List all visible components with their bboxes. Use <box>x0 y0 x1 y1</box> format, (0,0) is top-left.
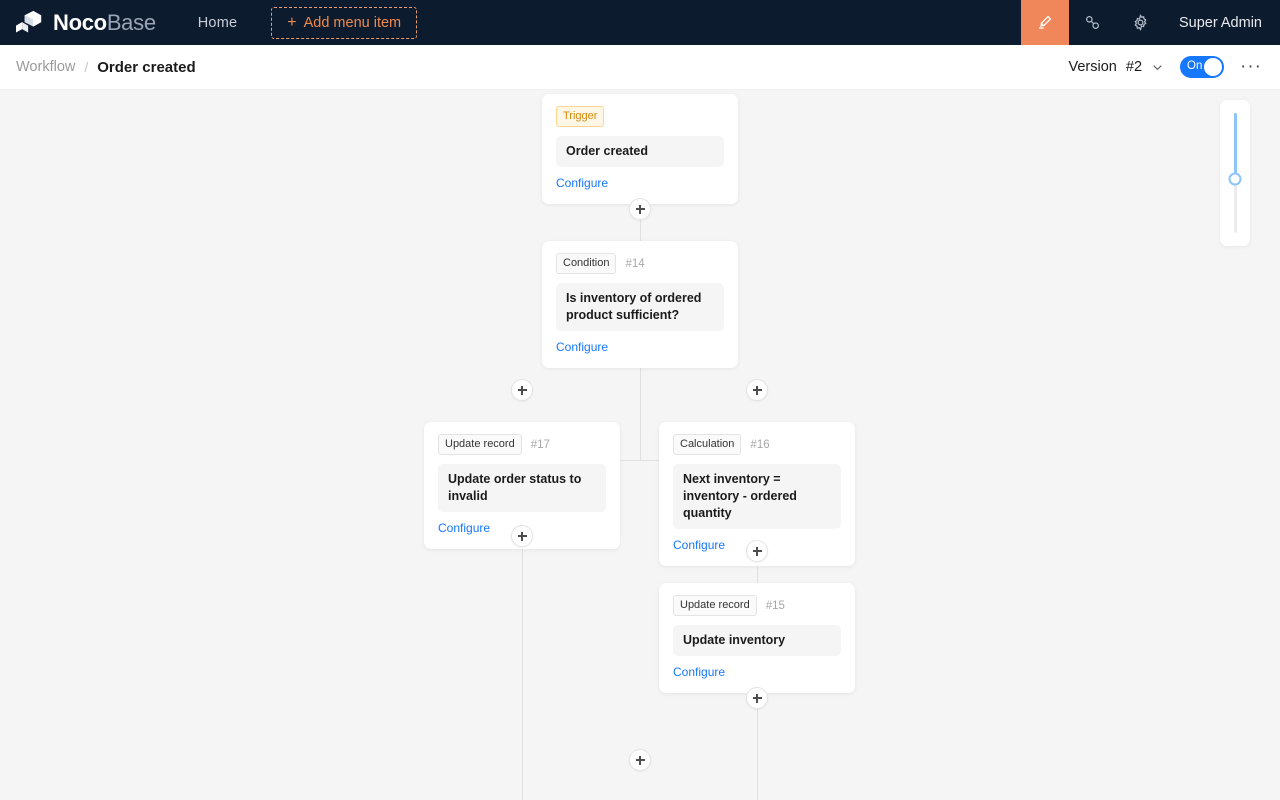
version-selector[interactable]: Version #2 <box>1069 59 1165 75</box>
workflow-canvas[interactable]: No Yes Trigger Order created Configure C… <box>0 90 1280 800</box>
node-header: Condition #14 <box>556 253 724 274</box>
node-title: Update order status to invalid <box>438 464 606 512</box>
add-menu-item-button[interactable]: + Add menu item <box>271 6 418 39</box>
zoom-slider-fill <box>1233 113 1237 179</box>
node-type-tag: Trigger <box>556 106 605 127</box>
brand[interactable]: NocoBase <box>0 10 156 36</box>
top-header-actions: Super Admin <box>1020 0 1280 45</box>
canvas-zoom-slider[interactable] <box>1220 100 1250 246</box>
node-id: #15 <box>765 599 785 612</box>
workflow-enabled-toggle[interactable]: On <box>1180 56 1225 78</box>
workflow-node-update-inventory[interactable]: Update record #15 Update inventory Confi… <box>659 583 855 693</box>
add-node-button-yes-branch[interactable] <box>746 379 768 401</box>
add-node-button-after-calculation[interactable] <box>746 540 768 562</box>
add-node-button-after-update-inventory[interactable] <box>746 687 768 709</box>
node-header: Update record #15 <box>673 595 841 616</box>
add-node-button-after-update-invalid[interactable] <box>511 525 533 547</box>
plugin-icon-button[interactable] <box>1069 0 1117 45</box>
workflow-node-condition[interactable]: Condition #14 Is inventory of ordered pr… <box>542 241 738 368</box>
node-configure-link[interactable]: Configure <box>556 176 724 190</box>
breadcrumb-actions: Version #2 On ··· <box>1069 56 1263 78</box>
node-header: Trigger <box>556 106 724 127</box>
highlighter-icon-button[interactable] <box>1020 0 1069 45</box>
node-configure-link[interactable]: Configure <box>673 665 841 679</box>
chevron-down-icon <box>1153 64 1162 70</box>
plugin-puzzle-icon <box>1086 16 1100 29</box>
user-menu[interactable]: Super Admin <box>1165 15 1280 31</box>
node-type-tag: Calculation <box>673 434 742 455</box>
node-header: Calculation #16 <box>673 434 841 455</box>
toggle-label: On <box>1187 60 1203 73</box>
node-id: #17 <box>530 438 550 451</box>
nav-item-home[interactable]: Home <box>190 9 245 37</box>
node-header: Update record #17 <box>438 434 606 455</box>
zoom-slider-handle[interactable] <box>1228 172 1242 186</box>
breadcrumb-root[interactable]: Workflow <box>16 59 75 75</box>
node-id: #14 <box>625 257 645 270</box>
node-title: Next inventory = inventory - ordered qua… <box>673 464 841 529</box>
node-title: Order created <box>556 136 724 167</box>
brand-secondary: Base <box>106 9 156 35</box>
version-value: #2 <box>1125 59 1143 75</box>
breadcrumb-separator: / <box>84 59 89 75</box>
plus-icon: + <box>287 13 297 31</box>
add-menu-item-label: Add menu item <box>303 14 402 31</box>
more-options-button[interactable]: ··· <box>1240 57 1262 76</box>
add-node-button-end[interactable] <box>629 749 651 771</box>
version-label: Version <box>1068 59 1117 75</box>
nocobase-cube-logo-icon <box>16 10 42 33</box>
add-node-button-above-condition[interactable] <box>629 198 651 220</box>
node-type-tag: Update record <box>673 595 757 616</box>
node-title: Is inventory of ordered product sufficie… <box>556 283 724 331</box>
node-type-tag: Update record <box>438 434 522 455</box>
add-node-button-no-branch[interactable] <box>511 379 533 401</box>
workflow-node-trigger[interactable]: Trigger Order created Configure <box>542 94 738 204</box>
brand-primary: Noco <box>53 9 107 35</box>
node-title: Update inventory <box>673 625 841 656</box>
node-id: #16 <box>750 438 770 451</box>
node-type-tag: Condition <box>556 253 617 274</box>
highlighter-icon <box>1039 15 1052 29</box>
brand-text: NocoBase <box>53 9 156 35</box>
gear-icon <box>1134 14 1147 31</box>
settings-icon-button[interactable] <box>1117 0 1165 45</box>
toggle-knob <box>1204 58 1223 76</box>
zoom-slider-track[interactable] <box>1228 113 1242 233</box>
top-header: NocoBase Home + Add menu item Super Admi… <box>0 0 1280 45</box>
page-title: Order created <box>97 58 196 76</box>
breadcrumb-bar: Workflow / Order created Version #2 On ·… <box>0 45 1280 90</box>
node-configure-link[interactable]: Configure <box>556 340 724 354</box>
